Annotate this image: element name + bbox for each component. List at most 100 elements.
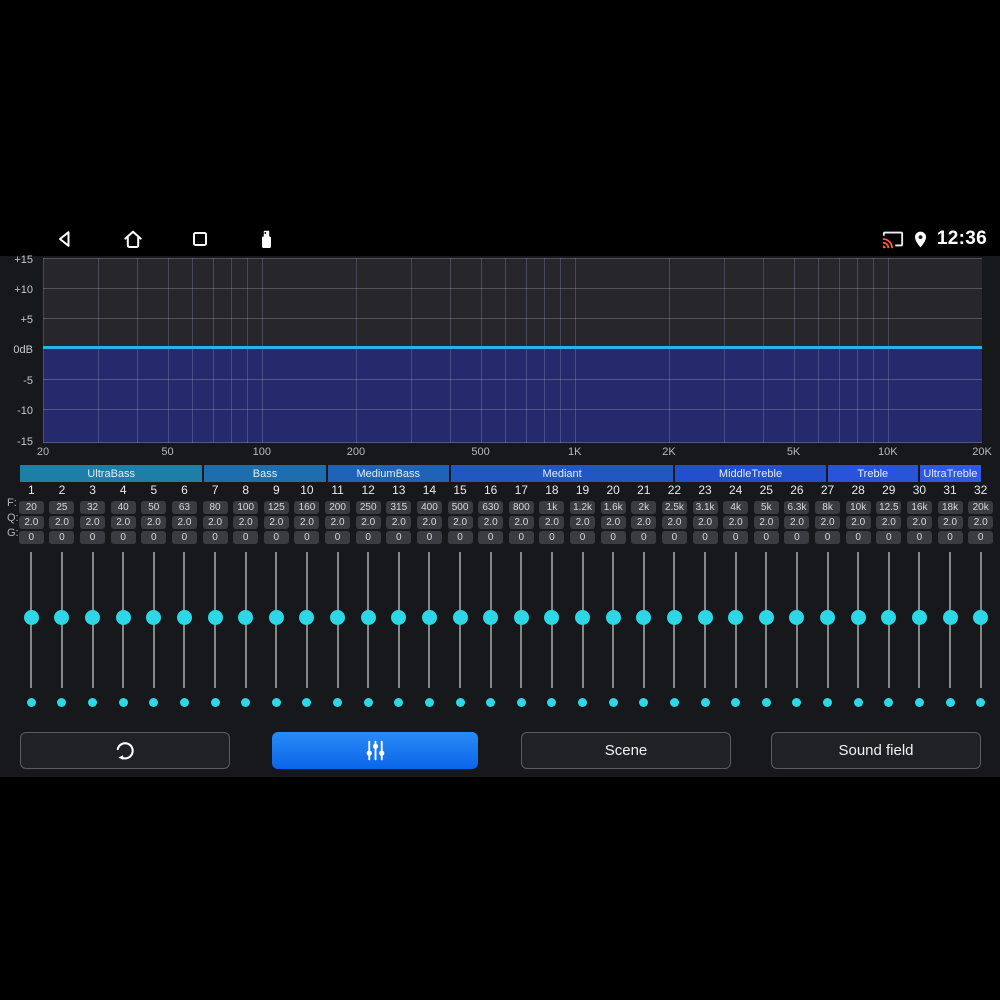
band-gain-value[interactable]: 0 (110, 530, 136, 544)
band-gain-value[interactable]: 0 (600, 530, 626, 544)
band-slider[interactable] (77, 548, 108, 718)
band-slider[interactable] (261, 548, 292, 718)
band-q-value[interactable]: 2.0 (233, 515, 259, 529)
band-q-value[interactable]: 2.0 (906, 515, 932, 529)
band-slider[interactable] (782, 548, 813, 718)
home-icon[interactable] (121, 227, 145, 251)
band-slider[interactable] (843, 548, 874, 718)
band-slider[interactable] (169, 548, 200, 718)
band-frequency-value[interactable]: 315 (386, 500, 412, 514)
band-frequency-value[interactable]: 16k (906, 500, 932, 514)
band-gain-value[interactable]: 0 (815, 530, 841, 544)
band-slider[interactable] (292, 548, 323, 718)
band-slider[interactable] (874, 548, 905, 718)
slider-knob[interactable] (911, 610, 927, 625)
band-q-value[interactable]: 2.0 (325, 515, 351, 529)
band-slider[interactable] (567, 548, 598, 718)
band-frequency-value[interactable]: 1.2k (570, 500, 596, 514)
band-slider[interactable] (322, 548, 353, 718)
band-q-value[interactable]: 2.0 (171, 515, 197, 529)
band-slider[interactable] (537, 548, 568, 718)
band-frequency-value[interactable]: 5k (753, 500, 779, 514)
band-q-value[interactable]: 2.0 (141, 515, 167, 529)
band-q-value[interactable]: 2.0 (294, 515, 320, 529)
band-gain-value[interactable]: 0 (876, 530, 902, 544)
band-slider[interactable] (690, 548, 721, 718)
band-frequency-value[interactable]: 18k (937, 500, 963, 514)
band-frequency-value[interactable]: 400 (416, 500, 442, 514)
band-gain-value[interactable]: 0 (447, 530, 473, 544)
band-frequency-value[interactable]: 1.6k (600, 500, 626, 514)
band-slider[interactable] (230, 548, 261, 718)
recents-icon[interactable] (188, 227, 212, 251)
band-gain-value[interactable]: 0 (294, 530, 320, 544)
band-slider[interactable] (384, 548, 415, 718)
band-gain-value[interactable]: 0 (937, 530, 963, 544)
slider-knob[interactable] (820, 610, 836, 625)
slider-knob[interactable] (697, 610, 713, 625)
band-q-value[interactable]: 2.0 (18, 515, 44, 529)
band-q-value[interactable]: 2.0 (876, 515, 902, 529)
slider-knob[interactable] (54, 610, 70, 625)
band-gain-value[interactable]: 0 (80, 530, 106, 544)
slider-knob[interactable] (146, 610, 162, 625)
band-slider[interactable] (47, 548, 78, 718)
band-gain-value[interactable]: 0 (845, 530, 871, 544)
slider-knob[interactable] (513, 610, 529, 625)
slider-knob[interactable] (360, 610, 376, 625)
band-q-value[interactable]: 2.0 (355, 515, 381, 529)
back-icon[interactable] (53, 227, 77, 251)
band-slider[interactable] (475, 548, 506, 718)
band-gain-value[interactable]: 0 (968, 530, 994, 544)
slider-knob[interactable] (483, 610, 499, 625)
band-frequency-value[interactable]: 800 (508, 500, 534, 514)
band-slider[interactable] (16, 548, 47, 718)
band-q-value[interactable]: 2.0 (49, 515, 75, 529)
band-gain-value[interactable]: 0 (906, 530, 932, 544)
slider-knob[interactable] (268, 610, 284, 625)
band-frequency-value[interactable]: 63 (171, 500, 197, 514)
band-gain-value[interactable]: 0 (171, 530, 197, 544)
band-frequency-value[interactable]: 32 (80, 500, 106, 514)
band-slider[interactable] (965, 548, 996, 718)
band-q-value[interactable]: 2.0 (753, 515, 779, 529)
slider-knob[interactable] (452, 610, 468, 625)
band-frequency-value[interactable]: 20 (18, 500, 44, 514)
slider-knob[interactable] (758, 610, 774, 625)
band-q-value[interactable]: 2.0 (386, 515, 412, 529)
band-slider[interactable] (904, 548, 935, 718)
band-q-value[interactable]: 2.0 (508, 515, 534, 529)
band-slider[interactable] (598, 548, 629, 718)
band-gain-value[interactable]: 0 (355, 530, 381, 544)
slider-knob[interactable] (881, 610, 897, 625)
band-frequency-value[interactable]: 10k (845, 500, 871, 514)
slider-knob[interactable] (238, 610, 254, 625)
slider-knob[interactable] (605, 610, 621, 625)
band-gain-value[interactable]: 0 (661, 530, 687, 544)
band-frequency-value[interactable]: 250 (355, 500, 381, 514)
band-gain-value[interactable]: 0 (508, 530, 534, 544)
slider-knob[interactable] (789, 610, 805, 625)
band-slider[interactable] (812, 548, 843, 718)
band-q-value[interactable]: 2.0 (570, 515, 596, 529)
band-gain-value[interactable]: 0 (141, 530, 167, 544)
sound-field-button[interactable]: Sound field (771, 732, 981, 769)
band-q-value[interactable]: 2.0 (661, 515, 687, 529)
band-frequency-value[interactable]: 125 (263, 500, 289, 514)
slider-knob[interactable] (728, 610, 744, 625)
band-q-value[interactable]: 2.0 (845, 515, 871, 529)
slider-knob[interactable] (850, 610, 866, 625)
slider-knob[interactable] (85, 610, 101, 625)
slider-knob[interactable] (115, 610, 131, 625)
band-frequency-value[interactable]: 40 (110, 500, 136, 514)
band-q-value[interactable]: 2.0 (110, 515, 136, 529)
band-frequency-value[interactable]: 8k (815, 500, 841, 514)
band-slider[interactable] (629, 548, 660, 718)
band-frequency-value[interactable]: 100 (233, 500, 259, 514)
band-slider[interactable] (108, 548, 139, 718)
slider-knob[interactable] (544, 610, 560, 625)
scene-button[interactable]: Scene (521, 732, 731, 769)
band-frequency-value[interactable]: 2.5k (661, 500, 687, 514)
equalizer-button[interactable] (272, 732, 478, 769)
band-q-value[interactable]: 2.0 (263, 515, 289, 529)
